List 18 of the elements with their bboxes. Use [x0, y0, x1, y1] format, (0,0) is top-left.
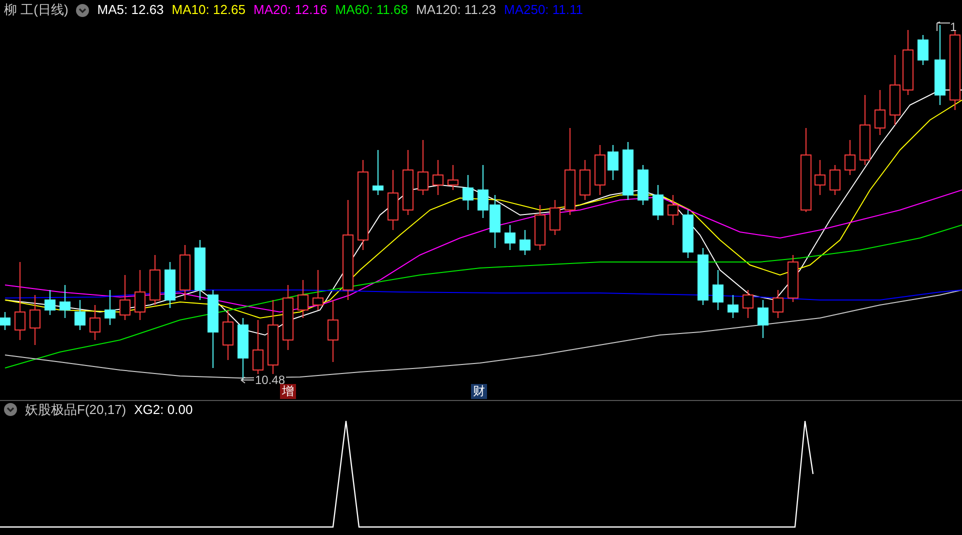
stock-name: 柳 工: [4, 1, 34, 20]
high-price-label: 1: [950, 21, 957, 33]
moving-average-reading: MA120: 11.23: [416, 1, 496, 20]
event-marker: 增: [280, 384, 296, 399]
moving-average-reading: MA5: 12.63: [97, 1, 164, 20]
chevron-down-icon[interactable]: [76, 4, 90, 16]
period-label: (日线): [34, 1, 68, 20]
moving-average-reading: MA20: 12.16: [254, 1, 328, 20]
event-marker: 财: [471, 384, 487, 399]
moving-average-reading: MA250: 11.11: [504, 1, 583, 20]
indicator-name: 妖股极品F(20,17): [25, 400, 126, 419]
low-price-label: 10.48: [254, 374, 286, 386]
arrow-left-icon: [240, 376, 254, 384]
chevron-down-icon[interactable]: [4, 403, 17, 416]
indicator-reading: XG2: 0.00: [134, 400, 193, 419]
moving-average-reading: MA10: 12.65: [172, 1, 246, 20]
moving-average-reading: MA60: 11.68: [335, 1, 408, 20]
arrow-left-icon: [936, 21, 950, 31]
